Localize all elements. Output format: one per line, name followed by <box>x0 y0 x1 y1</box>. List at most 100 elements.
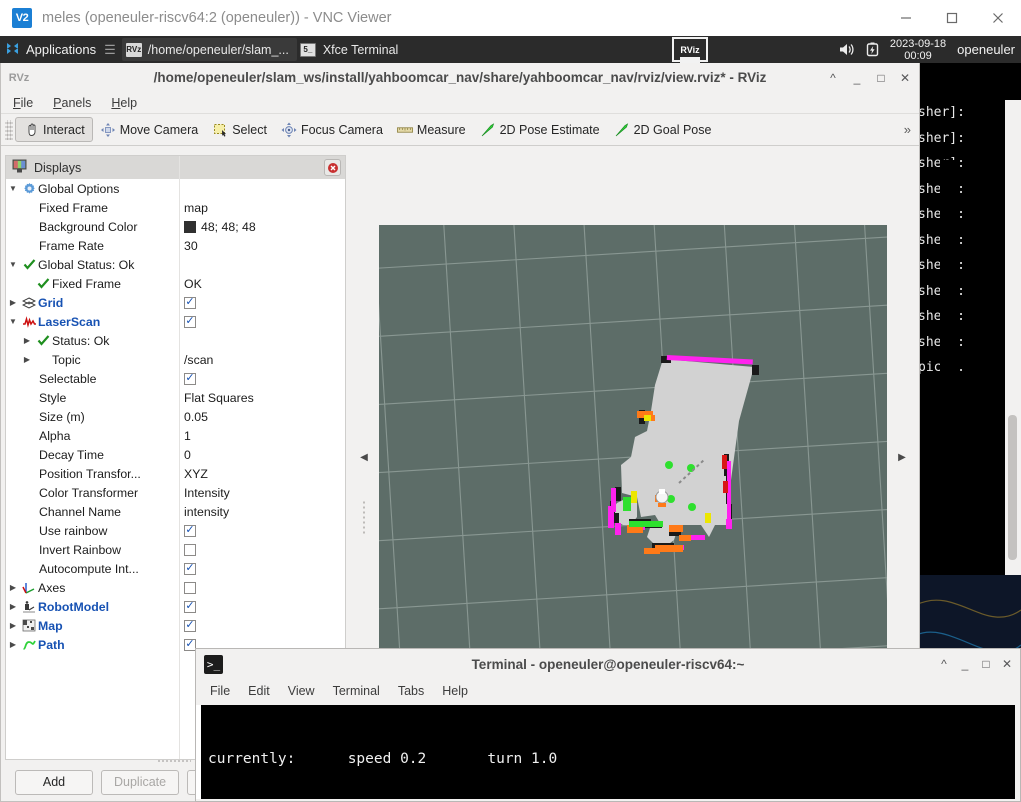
displays-panel-resize-grip[interactable] <box>157 759 191 764</box>
background-terminal-scroll-thumb[interactable] <box>1008 415 1017 560</box>
tree-row-autocompute-intensity[interactable]: Autocompute Int... ✓ <box>6 559 345 578</box>
panel-clock[interactable]: 2023-09-18 00:09 <box>890 38 946 62</box>
tree-row-laserscan[interactable]: ▼ LaserScan ✓ <box>6 312 345 331</box>
maximize-icon[interactable] <box>929 0 975 36</box>
tree-row-laserscan-topic[interactable]: ▶ Topic /scan <box>6 350 345 369</box>
minimize-icon[interactable]: _ <box>847 67 867 89</box>
checkbox-robotmodel[interactable]: ✓ <box>184 600 196 613</box>
chevron-right-icon[interactable]: ▶ <box>6 621 20 630</box>
chevron-down-icon[interactable]: ▼ <box>6 260 20 269</box>
menu-help[interactable]: Help <box>111 96 137 110</box>
tree-value[interactable]: 48; 48; 48 <box>184 220 256 234</box>
add-button[interactable]: Add <box>15 769 93 795</box>
tool-2d-pose-estimate[interactable]: 2D Pose Estimate <box>473 117 607 142</box>
tree-row-laserscan-status[interactable]: ▶ Status: Ok <box>6 331 345 350</box>
toolbar-grip[interactable] <box>5 119 13 140</box>
tree-row-frame-rate[interactable]: Frame Rate 30 <box>6 236 345 255</box>
tree-value[interactable]: 0 <box>184 448 191 462</box>
terminal-menu-file[interactable]: File <box>210 684 230 698</box>
tree-row-color-transformer[interactable]: Color Transformer Intensity <box>6 483 345 502</box>
battery-icon[interactable] <box>866 42 879 57</box>
terminal-output[interactable]: currently: speed 0.2 turn 1.0 stop keybo… <box>201 705 1015 799</box>
chevron-right-icon[interactable]: ▶ <box>6 602 20 611</box>
tree-value[interactable]: ✓ <box>184 315 196 328</box>
tree-value[interactable]: Intensity <box>184 486 230 500</box>
duplicate-button[interactable]: Duplicate <box>101 769 180 795</box>
tree-row-robotmodel[interactable]: ▶ RobotModel ✓ <box>6 597 345 616</box>
tree-row-grid[interactable]: ▶ Grid ✓ <box>6 293 345 312</box>
tree-row-position-transformer[interactable]: Position Transfor... XYZ <box>6 464 345 483</box>
tree-value[interactable] <box>184 543 196 556</box>
tool-focus-camera[interactable]: Focus Camera <box>274 117 390 142</box>
close-icon[interactable]: ✕ <box>895 67 915 89</box>
tree-value[interactable]: 0.05 <box>184 410 208 424</box>
chevron-right-icon[interactable]: ▶ <box>20 336 34 345</box>
chevron-down-icon[interactable]: ▼ <box>6 184 20 193</box>
chevron-right-icon[interactable]: ▶ <box>6 583 20 592</box>
tree-value[interactable]: ✓ <box>184 619 196 632</box>
rviz-3d-viewport[interactable] <box>379 225 887 711</box>
chevron-down-icon[interactable]: ▼ <box>6 317 20 326</box>
tool-measure[interactable]: Measure <box>390 117 473 142</box>
tree-row-selectable[interactable]: Selectable ✓ <box>6 369 345 388</box>
close-icon[interactable] <box>975 0 1021 36</box>
tree-row-global-options[interactable]: ▼ Global Options <box>6 179 345 198</box>
tool-interact[interactable]: Interact <box>15 117 93 142</box>
volume-icon[interactable] <box>838 42 855 57</box>
terminal-window[interactable]: >_ Terminal - openeuler@openeuler-riscv6… <box>195 648 1021 802</box>
terminal-menu-view[interactable]: View <box>288 684 315 698</box>
checkbox-autocompute[interactable]: ✓ <box>184 562 196 575</box>
collapse-left-arrow-icon[interactable]: ◀ <box>360 452 368 463</box>
tree-row-map[interactable]: ▶ Map ✓ <box>6 616 345 635</box>
tree-row-background-color[interactable]: Background Color 48; 48; 48 <box>6 217 345 236</box>
terminal-menu-tabs[interactable]: Tabs <box>398 684 424 698</box>
tree-value[interactable]: Flat Squares <box>184 391 254 405</box>
tool-2d-goal-pose[interactable]: 2D Goal Pose <box>607 117 719 142</box>
checkbox-axes[interactable] <box>184 581 196 594</box>
tree-row-invert-rainbow[interactable]: Invert Rainbow <box>6 540 345 559</box>
terminal-menu-help[interactable]: Help <box>442 684 468 698</box>
tree-value[interactable]: 30 <box>184 239 198 253</box>
tree-row-channel-name[interactable]: Channel Name intensity <box>6 502 345 521</box>
tree-row-status-fixed-frame[interactable]: Fixed Frame OK <box>6 274 345 293</box>
minimize-icon[interactable]: _ <box>958 657 972 671</box>
checkbox-selectable[interactable]: ✓ <box>184 372 196 385</box>
tree-value[interactable]: ✓ <box>184 562 196 575</box>
menu-panels[interactable]: Panels <box>53 96 91 110</box>
maximize-icon[interactable]: □ <box>871 67 891 89</box>
taskbar-item-terminal[interactable]: 5_ Xfce Terminal <box>297 38 407 61</box>
tree-value[interactable]: intensity <box>184 505 229 519</box>
tree-value[interactable]: map <box>184 201 208 215</box>
toolbar-overflow-button[interactable]: » <box>904 122 911 137</box>
close-icon[interactable]: ✕ <box>1000 657 1014 671</box>
tree-row-style[interactable]: Style Flat Squares <box>6 388 345 407</box>
chevron-right-icon[interactable]: ▶ <box>6 298 20 307</box>
shade-icon[interactable]: ^ <box>937 657 951 671</box>
tree-value[interactable]: ✓ <box>184 372 196 385</box>
tree-value[interactable] <box>184 581 196 594</box>
tree-row-decay-time[interactable]: Decay Time 0 <box>6 445 345 464</box>
taskbar-item-rviz[interactable]: RVz /home/openeuler/slam_... <box>121 38 297 61</box>
tree-row-alpha[interactable]: Alpha 1 <box>6 426 345 445</box>
tree-row-axes[interactable]: ▶ Axes <box>6 578 345 597</box>
terminal-menu-terminal[interactable]: Terminal <box>333 684 380 698</box>
tree-row-use-rainbow[interactable]: Use rainbow ✓ <box>6 521 345 540</box>
tree-row-global-status[interactable]: ▼ Global Status: Ok <box>6 255 345 274</box>
minimize-icon[interactable] <box>883 0 929 36</box>
tree-row-fixed-frame[interactable]: Fixed Frame map <box>6 198 345 217</box>
tree-value[interactable]: ✓ <box>184 600 196 613</box>
checkbox-laserscan[interactable]: ✓ <box>184 315 196 328</box>
checkbox-map[interactable]: ✓ <box>184 619 196 632</box>
tree-row-size[interactable]: Size (m) 0.05 <box>6 407 345 426</box>
tree-value[interactable]: ✓ <box>184 524 196 537</box>
checkbox-invert-rainbow[interactable] <box>184 543 196 556</box>
tree-value[interactable]: /scan <box>184 353 213 367</box>
menu-file[interactable]: File <box>13 96 33 110</box>
checkbox-use-rainbow[interactable]: ✓ <box>184 524 196 537</box>
expand-right-arrow-icon[interactable]: ▶ <box>898 452 906 463</box>
tree-value[interactable]: XYZ <box>184 467 208 481</box>
checkbox-grid[interactable]: ✓ <box>184 296 196 309</box>
close-circle-icon[interactable] <box>324 159 341 176</box>
tool-select[interactable]: Select <box>205 117 274 142</box>
panel-username[interactable]: openeuler <box>957 42 1015 57</box>
